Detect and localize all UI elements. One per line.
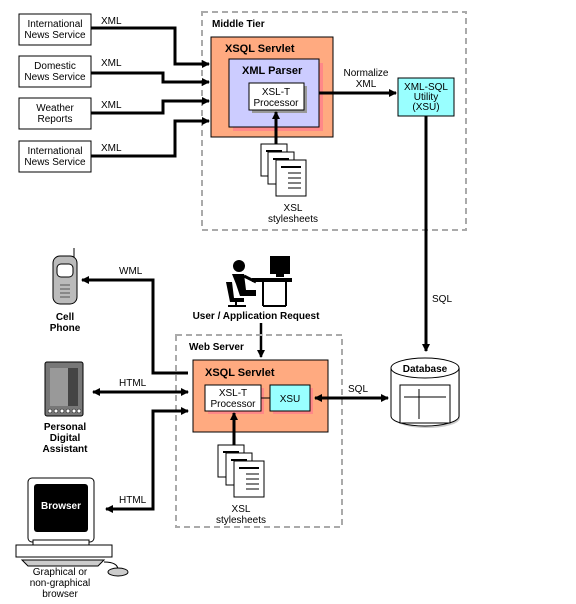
- pda-label-1: Personal: [44, 422, 86, 433]
- browser-html-label: HTML: [119, 495, 147, 506]
- pda-icon: [44, 361, 84, 417]
- processor-label-1: XSL-T: [262, 87, 290, 98]
- web-processor-label-1: XSL-T: [219, 388, 247, 399]
- source-4-arrow-label: XML: [101, 143, 122, 154]
- web-stylesheets-label-1: XSL: [232, 504, 251, 515]
- svg-text:International: International: [27, 19, 82, 30]
- normalize-label-2: XML: [356, 79, 377, 90]
- svg-text:Domestic: Domestic: [34, 61, 76, 72]
- source-1-arrow-label: XML: [101, 16, 122, 27]
- wml-arrow: [81, 276, 188, 375]
- svg-text:News Service: News Service: [24, 157, 86, 168]
- cell-phone-icon: [52, 248, 78, 305]
- architecture-diagram: Middle Tier XSQL Servlet XML Parser XSL-…: [15, 11, 467, 600]
- pda-label-3: Assistant: [42, 444, 88, 455]
- processor-label-2: Processor: [253, 98, 299, 109]
- web-processor-label-2: Processor: [210, 399, 256, 410]
- xsu-label-3: (XSU): [412, 102, 439, 113]
- browser-screen-label: Browser: [41, 501, 81, 512]
- cell-phone-label-2: Phone: [50, 323, 81, 334]
- normalize-label-1: Normalize: [343, 68, 388, 79]
- middle-stylesheets-icon: [260, 143, 307, 197]
- browser-label-1: Graphical or: [33, 567, 88, 578]
- browser-label-2: non-graphical: [30, 578, 91, 589]
- source-domestic-news: Domestic News Service: [18, 55, 92, 88]
- svg-text:News Service: News Service: [24, 30, 86, 41]
- source-2-arrow-label: XML: [101, 58, 122, 69]
- source-international-news-1: International News Service: [18, 13, 92, 46]
- web-xsu-label: XSU: [280, 394, 301, 405]
- user-request-label: User / Application Request: [193, 311, 321, 322]
- source-2-arrow: [91, 71, 210, 86]
- wml-label: WML: [119, 266, 143, 277]
- svg-text:International: International: [27, 146, 82, 157]
- pda-html-label: HTML: [119, 378, 147, 389]
- source-weather-reports: Weather Reports: [18, 97, 92, 130]
- svg-text:News Service: News Service: [24, 72, 86, 83]
- web-stylesheets-label-2: stylesheets: [216, 515, 266, 526]
- middle-stylesheets-label-2: stylesheets: [268, 214, 318, 225]
- svg-text:Weather: Weather: [36, 103, 74, 114]
- database-label: Database: [403, 364, 448, 375]
- source-3-arrow-label: XML: [101, 100, 122, 111]
- source-international-news-2: International News Service: [18, 140, 92, 173]
- web-stylesheets-icon: [217, 444, 265, 498]
- cell-phone-label-1: Cell: [56, 312, 75, 323]
- web-sql-label: SQL: [348, 384, 368, 395]
- web-servlet-label: XSQL Servlet: [205, 367, 275, 379]
- middle-tier-label: Middle Tier: [212, 19, 265, 30]
- user-workstation-icon: [226, 256, 292, 307]
- svg-text:Reports: Reports: [37, 114, 72, 125]
- browser-label-3: browser: [42, 589, 78, 600]
- pda-label-2: Digital: [50, 433, 81, 444]
- browser-computer-icon: [15, 477, 129, 577]
- xml-parser-label: XML Parser: [242, 65, 303, 77]
- web-server-label: Web Server: [189, 342, 244, 353]
- middle-servlet-label: XSQL Servlet: [225, 43, 295, 55]
- middle-stylesheets-label-1: XSL: [284, 203, 303, 214]
- sql-vertical-label: SQL: [432, 294, 452, 305]
